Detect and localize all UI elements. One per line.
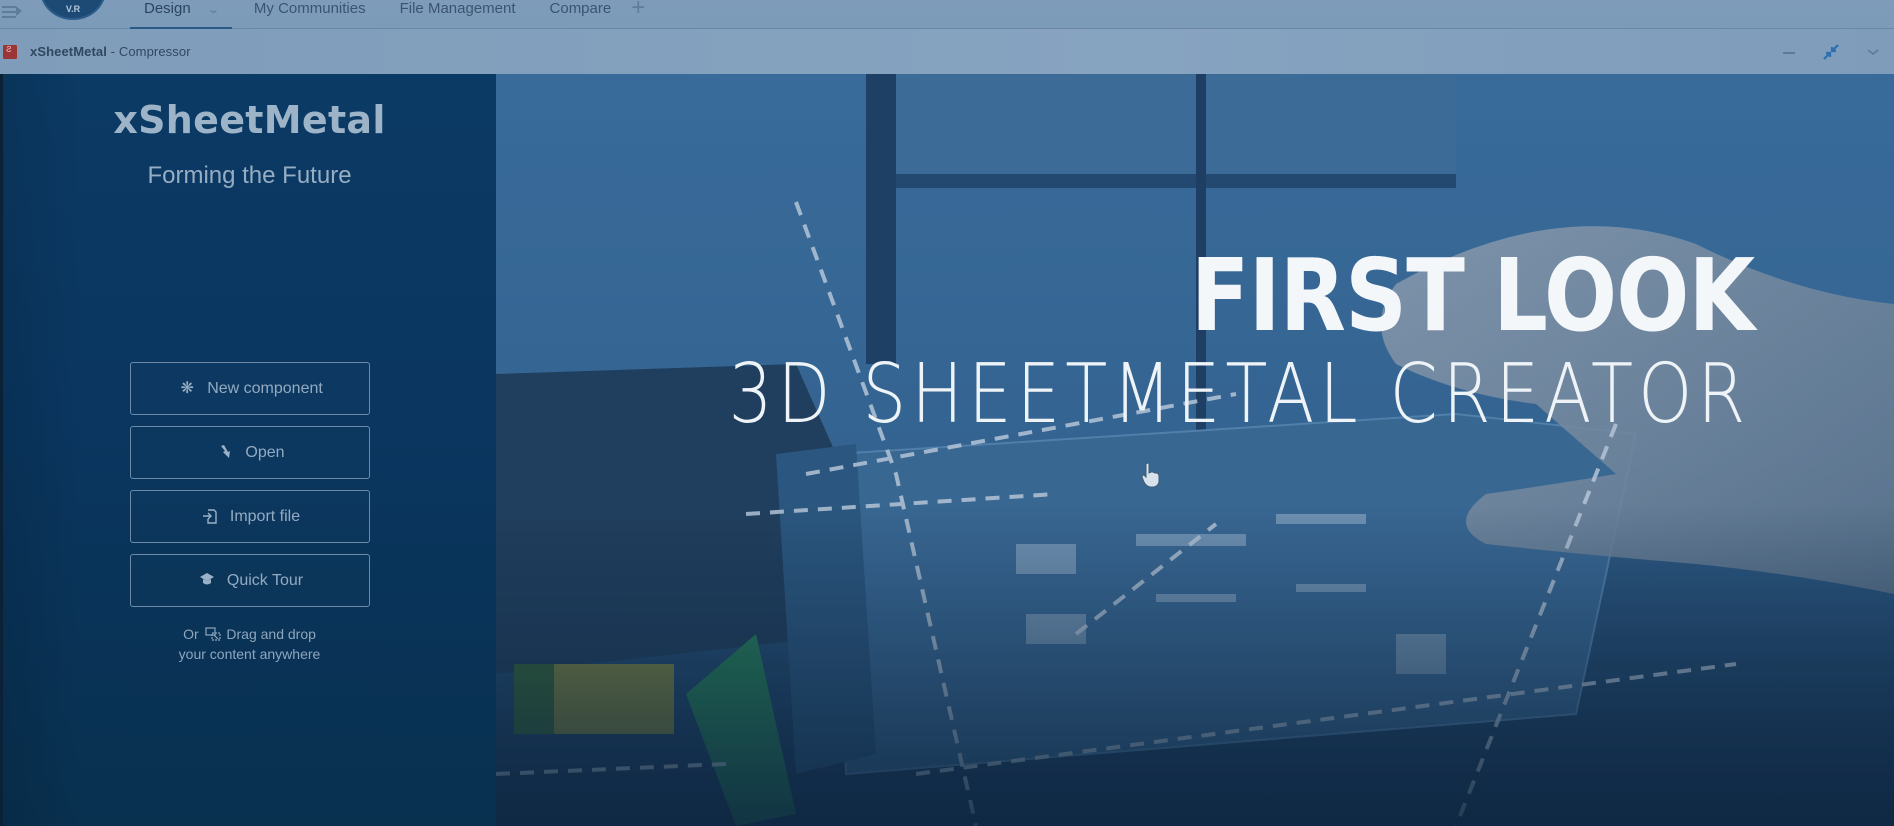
import-file-label: Import file [229, 507, 301, 525]
tab-my-communities-label: My Communities [253, 0, 366, 17]
welcome-panel: xSheetMetal Forming the Future ❋ New com… [3, 74, 496, 826]
restore-icon [1823, 44, 1839, 60]
import-file-button[interactable]: Import file [130, 490, 370, 543]
open-label: Open [245, 443, 285, 461]
new-component-label: New component [207, 379, 323, 397]
add-tab-button[interactable]: + [625, 0, 651, 25]
hero-tint [496, 74, 1894, 826]
hero-banner: FIRST LOOK 3D SHEETMETAL CREATOR [496, 74, 1894, 826]
brand-title: xSheetMetal [113, 98, 386, 142]
quick-tour-button[interactable]: Quick Tour [130, 554, 370, 607]
restore-button[interactable] [1822, 43, 1842, 61]
hero-background-image [496, 74, 1894, 826]
import-file-icon [200, 508, 220, 526]
app-tabs: Design ⌄ My Communities File Management C… [130, 0, 651, 30]
3ds-app-icon [3, 43, 17, 59]
asterisk-icon: ❋ [180, 379, 194, 397]
graduation-cap-icon [197, 572, 217, 590]
tab-compare-label: Compare [549, 0, 612, 17]
tab-design-label: Design [144, 0, 191, 17]
compass-badge[interactable]: V.R [40, 0, 106, 20]
tab-compare[interactable]: Compare [536, 0, 626, 29]
new-component-button[interactable]: ❋ New component [130, 362, 370, 415]
window-title-app: xSheetMetal [30, 44, 107, 59]
compass-badge-text: V.R [65, 4, 81, 14]
hero-subtitle: 3D SHEETMETAL CREATOR [728, 347, 1750, 442]
window-title-document: Compressor [118, 44, 191, 59]
chevron-down-icon[interactable]: ⌄ [207, 1, 220, 19]
collapse-menu-icon[interactable] [2, 2, 24, 22]
tab-design[interactable]: Design ⌄ [130, 0, 232, 30]
drag-drop-action: Drag and drop [226, 626, 316, 642]
brand-tagline: Forming the Future [147, 162, 352, 189]
window-title-separator: - [106, 44, 119, 59]
drag-drop-icon [204, 627, 221, 641]
window-title-bar: xSheetMetal - Compressor [0, 29, 1894, 74]
open-button[interactable]: Open [130, 426, 370, 479]
tab-my-communities[interactable]: My Communities [240, 0, 380, 29]
open-arrow-icon [215, 444, 235, 462]
plus-icon: + [631, 0, 646, 21]
tab-file-management-label: File Management [399, 0, 516, 17]
tab-file-management[interactable]: File Management [386, 0, 530, 29]
quick-tour-label: Quick Tour [226, 571, 304, 589]
window-menu-button[interactable] [1866, 43, 1886, 61]
minimize-button[interactable] [1780, 43, 1800, 61]
drag-drop-hint: Or Drag and drop your content anywhere [3, 624, 496, 664]
window-title: xSheetMetal - Compressor [30, 44, 191, 59]
drag-drop-prefix: Or [183, 626, 199, 642]
hand-pointer-cursor-icon [1141, 462, 1160, 488]
hero-title: FIRST LOOK [1190, 237, 1754, 354]
drag-drop-line2: your content anywhere [178, 646, 321, 662]
chevron-down-icon [1867, 49, 1879, 56]
top-navigation-bar: V.R Design ⌄ My Communities File Manageme… [0, 0, 1894, 30]
